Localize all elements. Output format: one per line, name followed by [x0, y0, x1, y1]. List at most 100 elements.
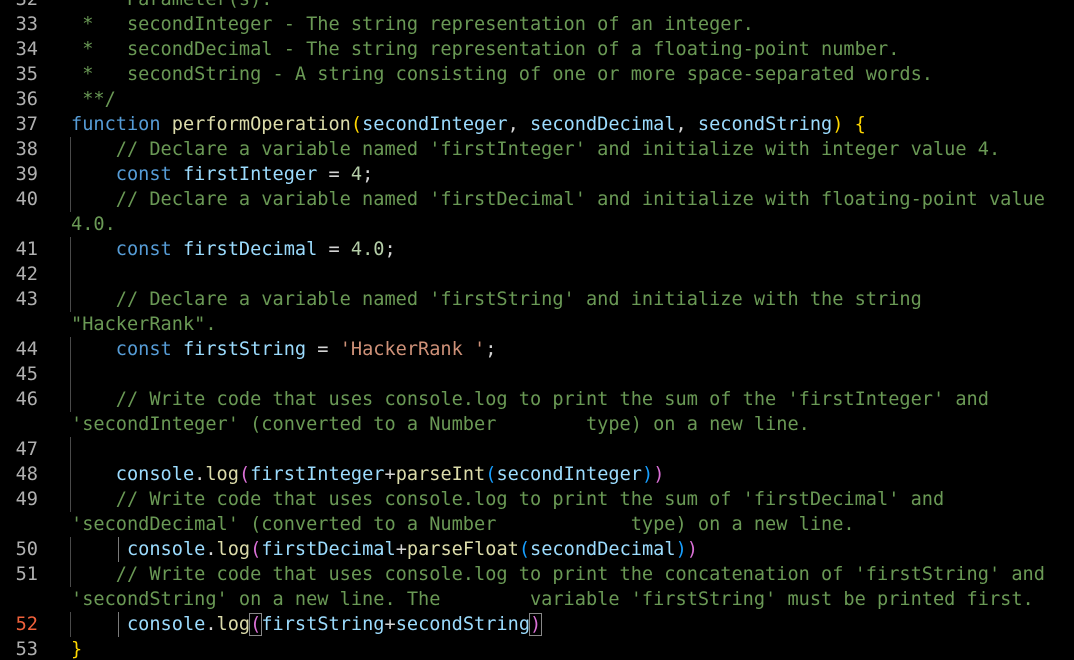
code-editor[interactable]: 32 * Parameter(s):33 * secondInteger - T…: [0, 0, 1074, 660]
code-text[interactable]: console.log(firstDecimal+parseFloat(seco…: [71, 537, 698, 562]
token: firstInteger: [182, 164, 318, 185]
token: (: [350, 114, 363, 135]
token: parseFloat: [406, 539, 519, 560]
code-line-43[interactable]: 43 // Declare a variable named 'firstStr…: [0, 287, 1074, 312]
code-line-51[interactable]: 51 // Write code that uses console.log t…: [0, 562, 1074, 587]
token: (: [518, 539, 531, 560]
code-text[interactable]: }: [71, 637, 82, 660]
code-text[interactable]: 'secondString' on a new line. The variab…: [71, 587, 1034, 612]
line-number: 42: [15, 264, 38, 285]
token: firstString: [261, 614, 385, 635]
line-number: 38: [15, 139, 38, 160]
token: console: [71, 539, 206, 560]
code-line-50[interactable]: 50 console.log(firstDecimal+parseFloat(s…: [0, 537, 1074, 562]
code-text[interactable]: 4.0.: [71, 212, 116, 237]
code-text[interactable]: 'secondInteger' (converted to a Number t…: [71, 412, 810, 437]
code-text[interactable]: function performOperation(secondInteger,…: [71, 112, 866, 137]
code-text[interactable]: 'secondDecimal' (converted to a Number t…: [71, 512, 855, 537]
code-line-42[interactable]: 42: [0, 262, 1074, 287]
code-line-36[interactable]: 36 **/: [0, 87, 1074, 112]
line-number: 52: [15, 614, 38, 635]
token: secondString: [395, 614, 531, 635]
code-text[interactable]: const firstInteger = 4;: [71, 162, 374, 187]
code-text[interactable]: * Parameter(s):: [71, 0, 272, 12]
code-line-45[interactable]: 45: [0, 362, 1074, 387]
line-number: 35: [15, 64, 38, 85]
code-line-52[interactable]: 52 console.log(firstString+secondString): [0, 612, 1074, 637]
code-content[interactable]: 32 * Parameter(s):33 * secondInteger - T…: [0, 0, 1074, 660]
token: .: [205, 539, 217, 560]
token: .: [205, 614, 217, 635]
token: "HackerRank".: [71, 314, 217, 335]
code-text[interactable]: **/: [71, 87, 116, 112]
token: ;: [485, 339, 497, 360]
code-line-53[interactable]: 53}: [0, 637, 1074, 660]
code-line-46[interactable]: 46 // Write code that uses console.log t…: [0, 387, 1074, 412]
code-text[interactable]: // Declare a variable named 'firstString…: [71, 287, 922, 312]
line-number: 44: [15, 339, 38, 360]
code-line-wrapped[interactable]: 'secondString' on a new line. The variab…: [0, 587, 1074, 612]
line-number: 43: [15, 289, 38, 310]
code-text[interactable]: // Write code that uses console.log to p…: [71, 562, 1045, 587]
code-line-32[interactable]: 32 * Parameter(s):: [0, 0, 1074, 12]
code-line-48[interactable]: 48 console.log(firstInteger+parseInt(sec…: [0, 462, 1074, 487]
token: firstDecimal: [261, 539, 396, 560]
line-number: 37: [15, 114, 38, 135]
token: +: [384, 464, 396, 485]
line-number: 33: [15, 14, 38, 35]
code-line-47[interactable]: 47: [0, 437, 1074, 462]
code-line-39[interactable]: 39 const firstInteger = 4;: [0, 162, 1074, 187]
token: // Declare a variable named 'firstIntege…: [71, 139, 1001, 160]
token: * secondString - A string consisting of …: [71, 64, 933, 85]
code-line-34[interactable]: 34 * secondDecimal - The string represen…: [0, 37, 1074, 62]
code-line-wrapped[interactable]: 'secondDecimal' (converted to a Number t…: [0, 512, 1074, 537]
token: * secondInteger - The string representat…: [71, 14, 754, 35]
code-text[interactable]: * secondInteger - The string representat…: [71, 12, 754, 37]
line-number: 39: [15, 164, 38, 185]
code-text[interactable]: // Write code that uses console.log to p…: [71, 387, 989, 412]
code-line-33[interactable]: 33 * secondInteger - The string represen…: [0, 12, 1074, 37]
token: console: [71, 614, 206, 635]
code-text[interactable]: * secondDecimal - The string representat…: [71, 37, 899, 62]
code-text[interactable]: // Write code that uses console.log to p…: [71, 487, 944, 512]
token: firstDecimal: [182, 239, 318, 260]
token: parseInt: [395, 464, 486, 485]
code-line-37[interactable]: 37 function performOperation(secondIntege…: [0, 112, 1074, 137]
code-line-wrapped[interactable]: "HackerRank".: [0, 312, 1074, 337]
code-text[interactable]: console.log(firstString+secondString): [71, 612, 543, 637]
code-line-40[interactable]: 40 // Declare a variable named 'firstDec…: [0, 187, 1074, 212]
code-text[interactable]: const firstDecimal = 4.0;: [71, 237, 396, 262]
token: (: [485, 464, 497, 485]
token: // Write code that uses console.log to p…: [71, 489, 945, 510]
code-text[interactable]: "HackerRank".: [71, 312, 217, 337]
code-line-38[interactable]: 38 // Declare a variable named 'firstInt…: [0, 137, 1074, 162]
code-line-41[interactable]: 41 const firstDecimal = 4.0;: [0, 237, 1074, 262]
code-line-49[interactable]: 49 // Write code that uses console.log t…: [0, 487, 1074, 512]
token: // Declare a variable named 'firstDecima…: [71, 189, 1045, 210]
code-line-35[interactable]: 35 * secondString - A string consisting …: [0, 62, 1074, 87]
token: ,: [507, 114, 530, 135]
code-text[interactable]: // Declare a variable named 'firstDecima…: [71, 187, 1045, 212]
token: 4: [350, 164, 363, 185]
token: secondString: [697, 114, 833, 135]
line-number: 34: [15, 39, 38, 60]
code-text[interactable]: * secondString - A string consisting of …: [71, 62, 933, 87]
code-line-wrapped[interactable]: 'secondInteger' (converted to a Number t…: [0, 412, 1074, 437]
code-line-44[interactable]: 44 const firstString = 'HackerRank ';: [0, 337, 1074, 362]
token: 'HackerRank ': [339, 339, 486, 360]
indent-guide: [70, 437, 71, 462]
token: ;: [362, 164, 374, 185]
code-text[interactable]: console.log(firstInteger+parseInt(second…: [71, 462, 665, 487]
code-text[interactable]: const firstString = 'HackerRank ';: [71, 337, 497, 362]
code-line-wrapped[interactable]: 4.0.: [0, 212, 1074, 237]
token: =: [317, 164, 351, 185]
token: 4.0.: [71, 214, 116, 235]
token: ): [641, 464, 654, 485]
line-number: 49: [15, 489, 38, 510]
token: ): [529, 613, 543, 636]
code-text[interactable]: // Declare a variable named 'firstIntege…: [71, 137, 1000, 162]
token: firstString: [182, 339, 307, 360]
line-number: 41: [15, 239, 38, 260]
token: secondDecimal: [530, 114, 676, 135]
